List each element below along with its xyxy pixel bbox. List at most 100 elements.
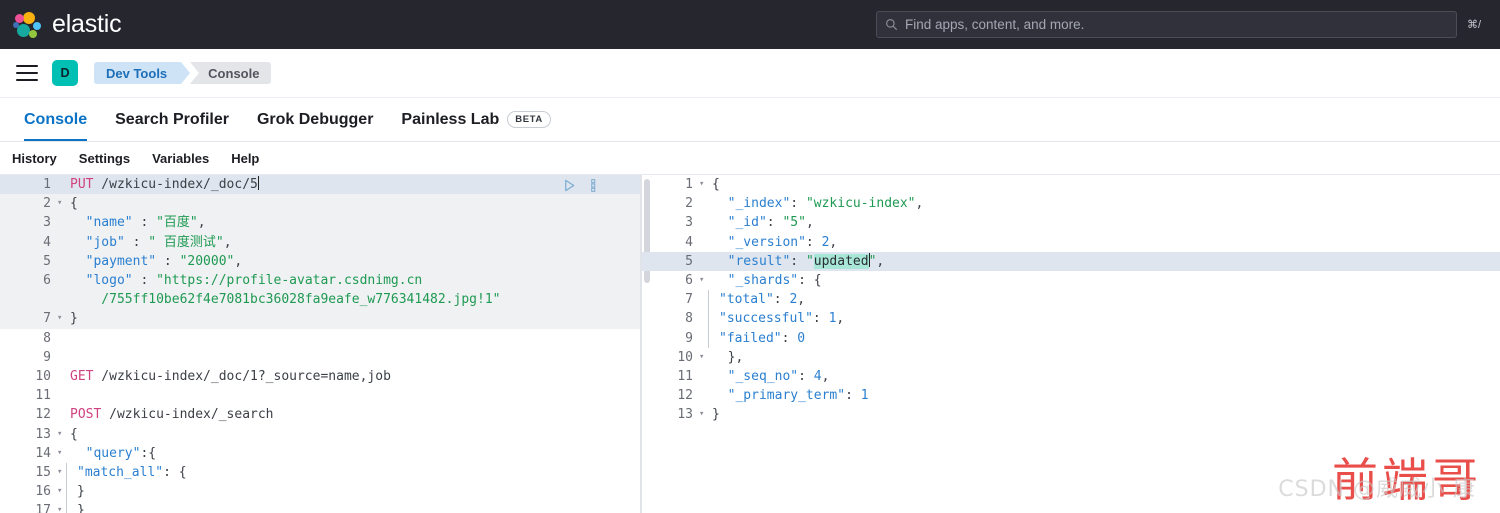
breadcrumb-item-dev-tools[interactable]: Dev Tools [94, 62, 181, 84]
response-line[interactable]: 4 "_version": 2, [642, 233, 1500, 252]
fold-toggle-icon[interactable]: ▾ [698, 271, 707, 290]
request-line[interactable]: 8 [0, 329, 640, 348]
fold-toggle-icon[interactable]: ▾ [698, 405, 707, 424]
request-editor[interactable]: 1PUT /wzkicu-index/_doc/52▾{3 "name" : "… [0, 175, 640, 513]
submenu-item-history[interactable]: History [12, 151, 57, 166]
response-line-code: { [707, 175, 1500, 194]
response-line-code: "_version": 2, [707, 233, 1500, 252]
tab-painless-lab[interactable]: Painless Lab BETA [387, 98, 564, 141]
request-line[interactable]: 14▾ "query":{ [0, 444, 640, 463]
request-line-number: 13 [0, 425, 56, 444]
breadcrumb: Dev Tools Console [94, 62, 271, 84]
response-line-code: "_primary_term": 1 [707, 386, 1500, 405]
request-line-number: 17 [0, 501, 56, 513]
request-line-number: 16 [0, 482, 56, 501]
brand-name: elastic [52, 10, 121, 39]
request-line-number: 11 [0, 386, 56, 405]
wrench-actions-icon[interactable] [589, 178, 598, 199]
request-line[interactable]: 13▾{ [0, 425, 640, 444]
response-line-number: 8 [642, 309, 698, 328]
play-run-icon[interactable] [562, 178, 577, 199]
response-line-number: 2 [642, 194, 698, 213]
response-line-code: "result": "updated", [707, 252, 1500, 271]
console-workspace: 1PUT /wzkicu-index/_doc/52▾{3 "name" : "… [0, 174, 1500, 513]
response-line-number: 13 [642, 405, 698, 424]
response-line[interactable]: 7 "total": 2, [642, 290, 1500, 309]
search-shortcut-badge: ⌘/ [1464, 16, 1484, 33]
response-line-number: 7 [642, 290, 698, 309]
submenu-item-help[interactable]: Help [231, 151, 259, 166]
search-box[interactable] [876, 11, 1457, 38]
tab-grok-debugger-label: Grok Debugger [257, 111, 373, 129]
request-line[interactable]: 15▾"match_all": { [0, 463, 640, 482]
breadcrumb-item-console[interactable]: Console [190, 62, 271, 84]
response-line-code: "_index": "wzkicu-index", [707, 194, 1500, 213]
fold-toggle-icon[interactable]: ▾ [698, 348, 707, 367]
response-line[interactable]: 3 "_id": "5", [642, 213, 1500, 232]
breadcrumb-bar: D Dev Tools Console [0, 49, 1500, 98]
response-line-code: "total": 2, [708, 290, 1500, 309]
request-line[interactable]: 6 "logo" : "https://profile-avatar.csdni… [0, 271, 640, 290]
avatar[interactable]: D [52, 60, 78, 86]
global-search[interactable]: ⌘/ [876, 11, 1484, 38]
response-viewer[interactable]: 1▾{2 "_index": "wzkicu-index",3 "_id": "… [642, 175, 1500, 513]
response-line-number: 11 [642, 367, 698, 386]
request-line[interactable]: 3 "name" : "百度", [0, 213, 640, 232]
response-line[interactable]: 6▾ "_shards": { [642, 271, 1500, 290]
request-line[interactable]: 5 "payment" : "20000", [0, 252, 640, 271]
hamburger-menu-icon[interactable] [16, 65, 38, 81]
request-line[interactable]: 10GET /wzkicu-index/_doc/1?_source=name,… [0, 367, 640, 386]
request-line-code: "query":{ [65, 444, 640, 463]
fold-toggle-icon[interactable]: ▾ [56, 309, 65, 328]
response-line-number: 3 [642, 213, 698, 232]
tab-painless-lab-label: Painless Lab [401, 111, 499, 129]
response-line[interactable]: 10▾ }, [642, 348, 1500, 367]
request-line-number: 3 [0, 213, 56, 232]
response-line[interactable]: 12 "_primary_term": 1 [642, 386, 1500, 405]
response-line[interactable]: 1▾{ [642, 175, 1500, 194]
request-line[interactable]: 1PUT /wzkicu-index/_doc/5 [0, 175, 640, 194]
request-line[interactable]: 17▾} [0, 501, 640, 513]
tab-console[interactable]: Console [10, 98, 101, 141]
fold-toggle-icon[interactable]: ▾ [56, 501, 65, 513]
response-line[interactable]: 5 "result": "updated", [642, 252, 1500, 271]
response-line[interactable]: 8"successful": 1, [642, 309, 1500, 328]
request-line[interactable]: 16▾} [0, 482, 640, 501]
response-line[interactable]: 2 "_index": "wzkicu-index", [642, 194, 1500, 213]
request-line[interactable]: 7▾} [0, 309, 640, 328]
request-line[interactable]: /755ff10be62f4e7081bc36028fa9eafe_w77634… [0, 290, 640, 309]
response-line-number: 4 [642, 233, 698, 252]
search-input[interactable] [905, 17, 1448, 32]
response-line-code: "_seq_no": 4, [707, 367, 1500, 386]
editor-actions [562, 178, 598, 199]
tab-search-profiler[interactable]: Search Profiler [101, 98, 243, 141]
console-submenu: History Settings Variables Help [0, 142, 1500, 174]
tab-grok-debugger[interactable]: Grok Debugger [243, 98, 387, 141]
fold-toggle-icon[interactable]: ▾ [56, 425, 65, 444]
request-line-number: 7 [0, 309, 56, 328]
search-icon [885, 18, 898, 31]
fold-toggle-icon[interactable]: ▾ [56, 482, 65, 501]
response-line[interactable]: 11 "_seq_no": 4, [642, 367, 1500, 386]
fold-toggle-icon[interactable]: ▾ [698, 175, 707, 194]
request-line[interactable]: 11 [0, 386, 640, 405]
response-line-code: "_shards": { [707, 271, 1500, 290]
submenu-item-variables[interactable]: Variables [152, 151, 209, 166]
response-line[interactable]: 13▾} [642, 405, 1500, 424]
response-line-code: }, [707, 348, 1500, 367]
fold-toggle-icon[interactable]: ▾ [56, 463, 65, 482]
request-line-code: /755ff10be62f4e7081bc36028fa9eafe_w77634… [65, 290, 640, 309]
request-line[interactable]: 2▾{ [0, 194, 640, 213]
response-line-number: 1 [642, 175, 698, 194]
request-line[interactable]: 12POST /wzkicu-index/_search [0, 405, 640, 424]
main-tabs: Console Search Profiler Grok Debugger Pa… [0, 98, 1500, 142]
request-line[interactable]: 9 [0, 348, 640, 367]
request-line[interactable]: 4 "job" : " 百度测试", [0, 233, 640, 252]
brand[interactable]: elastic [12, 10, 121, 40]
request-line-code: } [66, 501, 640, 513]
submenu-item-settings[interactable]: Settings [79, 151, 130, 166]
fold-toggle-icon[interactable]: ▾ [56, 194, 65, 213]
response-line[interactable]: 9"failed": 0 [642, 329, 1500, 348]
response-line-number: 10 [642, 348, 698, 367]
fold-toggle-icon[interactable]: ▾ [56, 444, 65, 463]
